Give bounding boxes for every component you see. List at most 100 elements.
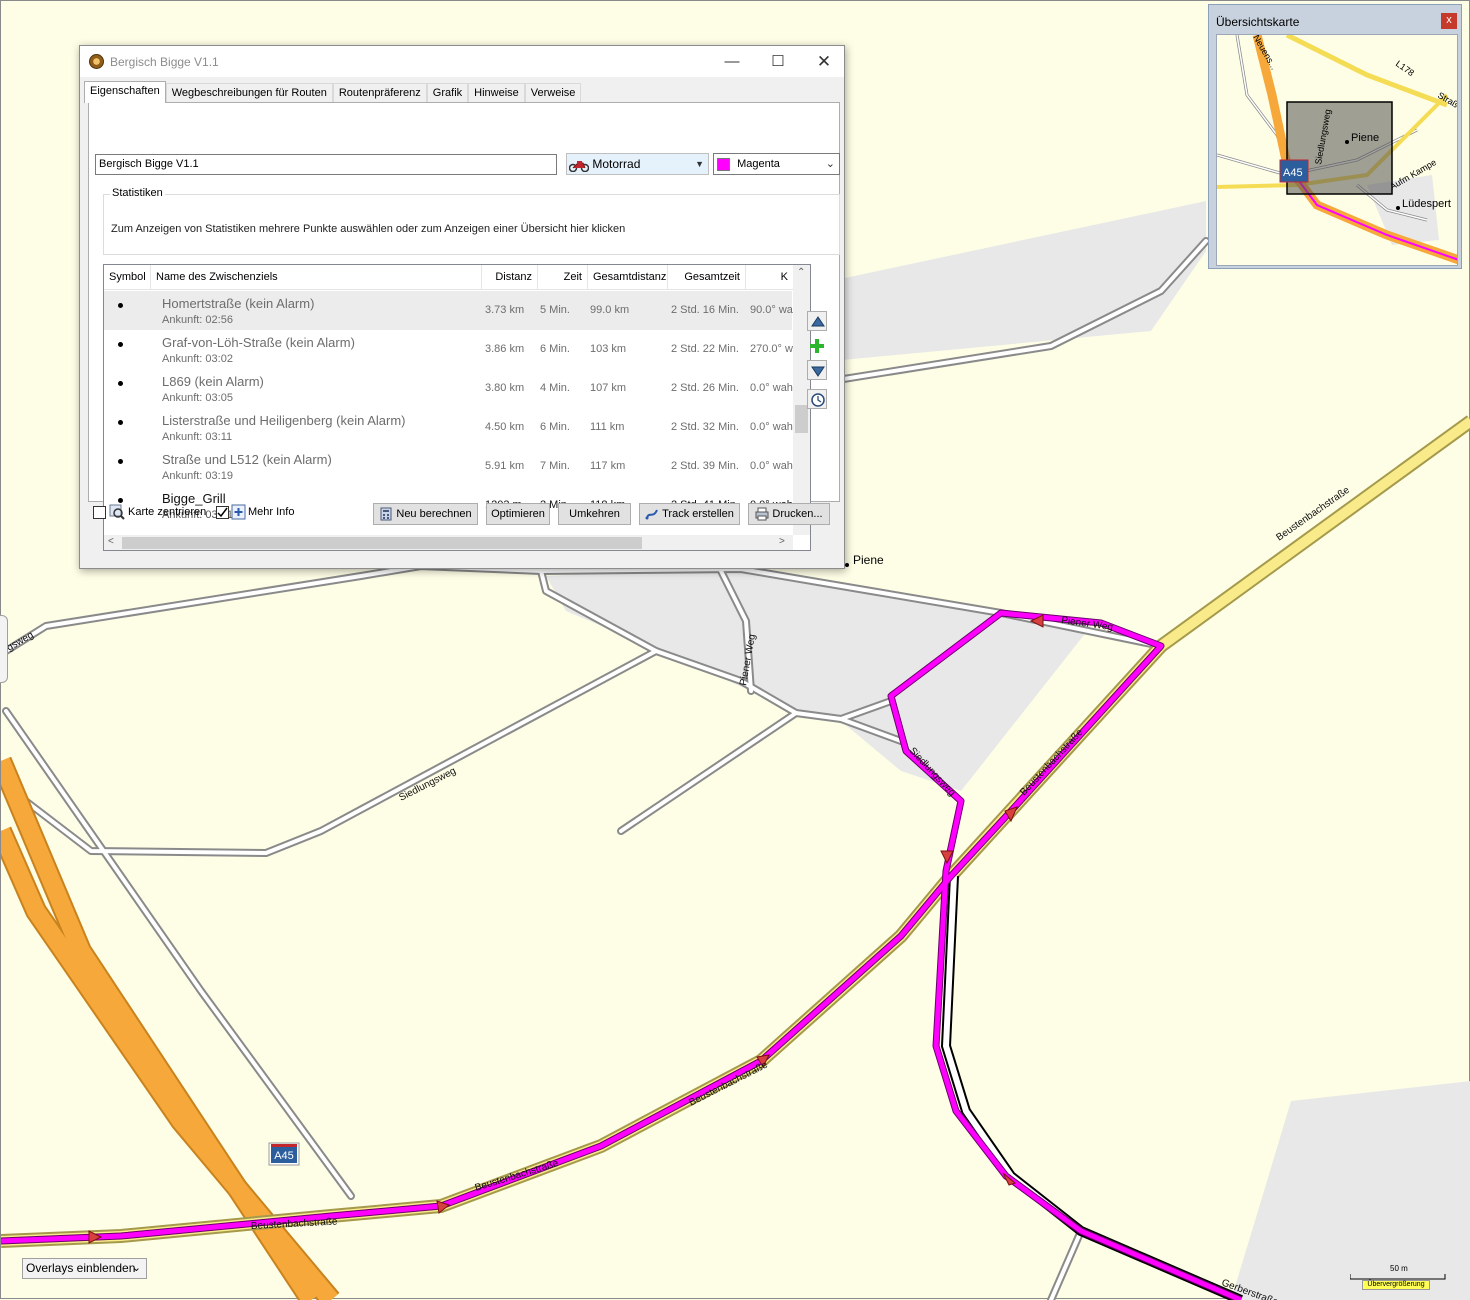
waypoint-total-distance: 111 km [590, 421, 625, 433]
waypoint-total-distance: 117 km [590, 460, 626, 472]
col-total-distance[interactable]: Gesamtdistanz [588, 265, 668, 290]
waypoint-arrival: Ankunft: 02:56 [162, 314, 233, 326]
maximize-icon[interactable]: ☐ [755, 46, 801, 77]
waypoint-arrival: Ankunft: 03:19 [162, 470, 233, 482]
color-select-value: Magenta [737, 158, 780, 170]
tab-routenpraeferenz[interactable]: Routenpräferenz [332, 83, 427, 103]
waypoint-course: 0.0° wah [750, 421, 793, 433]
col-symbol[interactable]: Symbol [104, 265, 151, 290]
dialog-titlebar[interactable]: Bergisch Bigge V1.1 — ☐ ✕ [80, 46, 844, 77]
move-down-button[interactable] [807, 360, 827, 380]
vertical-scroll-thumb[interactable] [795, 405, 808, 433]
statistics-hint[interactable]: Zum Anzeigen von Statistiken mehrere Pun… [111, 223, 625, 235]
chevron-down-icon: ⌄ [825, 158, 835, 170]
waypoint-course: 90.0° wa [750, 304, 793, 316]
table-row[interactable]: Straße und L512 (kein Alarm) Ankunft: 03… [104, 447, 793, 486]
move-up-button[interactable] [807, 311, 827, 331]
optimize-button[interactable]: Optimieren [486, 503, 550, 525]
scroll-left-icon[interactable]: < [108, 536, 114, 547]
checkmark-icon [217, 507, 228, 518]
statistics-group[interactable]: Statistiken Zum Anzeigen von Statistiken… [103, 187, 840, 255]
table-row[interactable]: Homertstraße (kein Alarm) Ankunft: 02:56… [104, 291, 793, 330]
waypoint-time: 7 Min. [540, 460, 570, 472]
center-map-label: Karte zentrieren [128, 506, 207, 518]
col-distance[interactable]: Distanz [482, 265, 538, 290]
tab-eigenschaften[interactable]: Eigenschaften [84, 81, 166, 103]
tab-panel-eigenschaften: Bergisch Bigge V1.1 Motorrad ▼ Magenta ⌄… [88, 102, 840, 551]
waypoint-distance: 5.91 km [485, 460, 525, 472]
waypoint-arrival: Ankunft: 03:11 [162, 431, 233, 443]
vehicle-select[interactable]: Motorrad ▼ [566, 153, 709, 175]
svg-text:A45: A45 [1283, 167, 1303, 179]
waypoint-time: 5 Min. [540, 304, 570, 316]
builtup-area [546, 566, 1091, 791]
waypoint-course: 0.0° wah [750, 460, 793, 472]
svg-text:Lüdespert: Lüdespert [1402, 198, 1451, 210]
close-icon[interactable]: x [1441, 13, 1457, 29]
close-icon[interactable]: ✕ [801, 46, 847, 77]
horizontal-scroll-thumb[interactable] [122, 537, 642, 549]
waypoint-total-distance: 103 km [590, 343, 627, 355]
add-waypoint-button[interactable] [807, 336, 827, 356]
tab-verweise[interactable]: Verweise [524, 83, 582, 103]
waypoint-name: Listerstraße und Heiligenberg (kein Alar… [162, 413, 406, 428]
more-info-checkbox[interactable] [216, 506, 229, 519]
svg-text:Piene: Piene [853, 553, 884, 567]
col-time[interactable]: Zeit [538, 265, 588, 290]
waypoint-symbol-icon [118, 303, 123, 308]
overlays-label: Overlays einblenden [26, 1261, 136, 1275]
col-total-time[interactable]: Gesamtzeit [668, 265, 746, 290]
center-map-checkbox[interactable] [93, 506, 106, 519]
waypoint-symbol-icon [118, 459, 123, 464]
table-row[interactable]: L869 (kein Alarm) Ankunft: 03:05 3.80 km… [104, 369, 793, 408]
a45-shield: A45 [268, 1142, 300, 1166]
route-name-input[interactable]: Bergisch Bigge V1.1 [95, 154, 557, 175]
print-button[interactable]: Drucken... [748, 503, 830, 525]
table-row[interactable]: Graf-von-Löh-Straße (kein Alarm) Ankunft… [104, 330, 793, 369]
more-info-label: Mehr Info [248, 506, 295, 518]
track-icon [645, 509, 659, 520]
overview-title: Übersichtskarte [1216, 15, 1300, 29]
tab-grafik[interactable]: Grafik [426, 83, 469, 103]
waypoint-distance: 3.73 km [485, 304, 525, 316]
horizontal-scrollbar[interactable]: < > [104, 535, 793, 550]
overview-map[interactable]: A45 Piene Lüdespert Neuens... L178 Straß… [1216, 34, 1458, 266]
overlays-dropdown[interactable]: Overlays einblenden ⌄ [22, 1258, 147, 1279]
map-side-handle[interactable] [0, 615, 8, 683]
color-swatch [717, 157, 730, 171]
svg-text:Piene: Piene [1351, 132, 1379, 144]
chevron-down-icon: ▼ [695, 159, 704, 169]
waypoint-arrival: Ankunft: 03:05 [162, 392, 233, 404]
svg-text:Straß: Straß [1436, 90, 1458, 110]
table-header: Symbol Name des Zwischenziels Distanz Ze… [104, 265, 810, 290]
waypoint-time: 6 Min. [540, 421, 570, 433]
triangle-down-icon [811, 366, 825, 377]
svg-text:gsweg: gsweg [5, 630, 36, 654]
minimize-icon[interactable]: — [709, 46, 755, 77]
tab-hinweise[interactable]: Hinweise [468, 83, 525, 103]
waypoint-distance: 4.50 km [485, 421, 525, 433]
waypoint-course: 0.0° wah [750, 382, 793, 394]
clock-icon [811, 393, 825, 407]
col-name[interactable]: Name des Zwischenziels [151, 265, 482, 290]
scroll-right-icon[interactable]: > [779, 536, 785, 547]
scale-bar: 50 m Übervergrößerung [1350, 1264, 1450, 1294]
col-course[interactable]: K [746, 265, 793, 290]
waypoint-name: L869 (kein Alarm) [162, 374, 264, 389]
table-row[interactable]: Listerstraße und Heiligenberg (kein Alar… [104, 408, 793, 447]
color-select[interactable]: Magenta ⌄ [713, 153, 840, 175]
waypoint-total-distance: 99.0 km [590, 304, 630, 316]
timing-button[interactable] [807, 389, 827, 409]
waypoint-distance: 3.80 km [485, 382, 525, 394]
waypoint-name: Homertstraße (kein Alarm) [162, 296, 315, 311]
reverse-button[interactable]: Umkehren [558, 503, 631, 525]
recalculate-button[interactable]: Neu berechnen [373, 503, 478, 525]
create-track-button[interactable]: Track erstellen [639, 503, 740, 525]
scroll-up-icon[interactable]: ⌃ [797, 267, 805, 278]
overview-map-panel: Übersichtskarte x A45 Piene Lüdespert Ne… [1208, 4, 1462, 269]
waypoint-total-distance: 107 km [590, 382, 627, 394]
triangle-up-icon [811, 316, 825, 327]
tab-wegbeschreibungen[interactable]: Wegbeschreibungen für Routen [165, 83, 333, 103]
waypoint-name: Straße und L512 (kein Alarm) [162, 452, 332, 467]
magnifier-map-icon [109, 504, 125, 520]
